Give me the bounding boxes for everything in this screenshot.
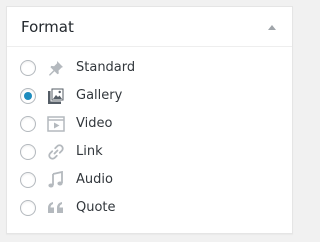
panel-header: Format: [7, 7, 292, 47]
pin-icon: [46, 58, 66, 78]
format-radio-quote[interactable]: [20, 200, 36, 216]
format-radio-video[interactable]: [20, 116, 36, 132]
panel-title: Format: [21, 18, 74, 36]
quote-icon: [46, 198, 66, 218]
video-icon: [46, 114, 66, 134]
triangle-up-icon[interactable]: [262, 17, 282, 37]
format-option-audio[interactable]: Audio: [20, 170, 113, 190]
format-label-audio: Audio: [76, 172, 113, 187]
format-panel: Format Standard Gallery Video Link Audio…: [6, 6, 293, 234]
link-icon: [46, 142, 66, 162]
format-radio-link[interactable]: [20, 144, 36, 160]
format-label-gallery: Gallery: [76, 88, 123, 103]
audio-icon: [46, 170, 66, 190]
format-radio-standard[interactable]: [20, 60, 36, 76]
format-option-quote[interactable]: Quote: [20, 198, 116, 218]
format-option-video[interactable]: Video: [20, 114, 112, 134]
format-radio-gallery[interactable]: [20, 88, 36, 104]
format-label-standard: Standard: [76, 60, 136, 75]
gallery-icon: [46, 86, 66, 106]
format-radio-audio[interactable]: [20, 172, 36, 188]
format-label-video: Video: [76, 116, 113, 131]
format-option-standard[interactable]: Standard: [20, 58, 135, 78]
format-label-quote: Quote: [76, 200, 116, 215]
format-option-link[interactable]: Link: [20, 142, 103, 162]
format-option-gallery[interactable]: Gallery: [20, 86, 122, 106]
format-label-link: Link: [76, 144, 103, 159]
